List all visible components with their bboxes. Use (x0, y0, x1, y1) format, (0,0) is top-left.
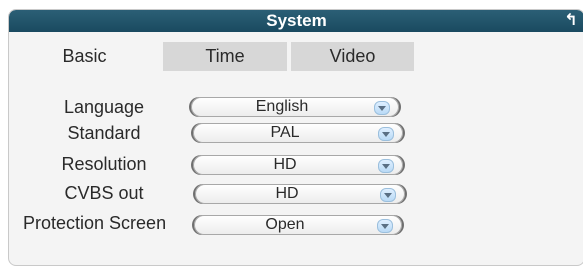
language-select[interactable]: English (191, 97, 399, 117)
protection-screen-select[interactable]: Open (194, 215, 402, 235)
dropdown-arrow-icon (374, 101, 390, 115)
return-arrow-icon[interactable]: ↰ (561, 10, 581, 32)
standard-select[interactable]: PAL (193, 123, 403, 143)
cvbs-out-label: CVBS out (64, 183, 144, 203)
system-settings-window: System ↰ Basic Time Video Language Engli… (8, 9, 583, 266)
tab-video[interactable]: Video (291, 42, 414, 71)
resolution-select[interactable]: HD (193, 155, 403, 175)
tab-basic[interactable]: Basic (27, 42, 142, 71)
dropdown-arrow-icon (380, 188, 396, 202)
language-label: Language (63, 97, 145, 117)
resolution-label: Resolution (61, 154, 147, 174)
dropdown-arrow-icon (378, 159, 394, 173)
cvbs-out-select[interactable]: HD (195, 184, 405, 204)
dropdown-arrow-icon (378, 127, 394, 141)
resolution-value: HD (273, 156, 297, 173)
cvbs-out-value: HD (275, 185, 299, 202)
title-bar: System ↰ (9, 10, 583, 32)
dropdown-arrow-icon (377, 219, 393, 233)
language-value: English (255, 98, 309, 115)
protection-screen-value: Open (265, 216, 305, 233)
protection-screen-label: Protection Screen (23, 213, 167, 233)
tab-video-label: Video (329, 46, 376, 66)
tab-time-label: Time (205, 46, 245, 66)
tab-time[interactable]: Time (163, 42, 287, 71)
standard-label: Standard (67, 123, 141, 143)
tab-basic-label: Basic (62, 46, 107, 66)
window-title: System (266, 11, 327, 30)
standard-value: PAL (270, 124, 300, 141)
